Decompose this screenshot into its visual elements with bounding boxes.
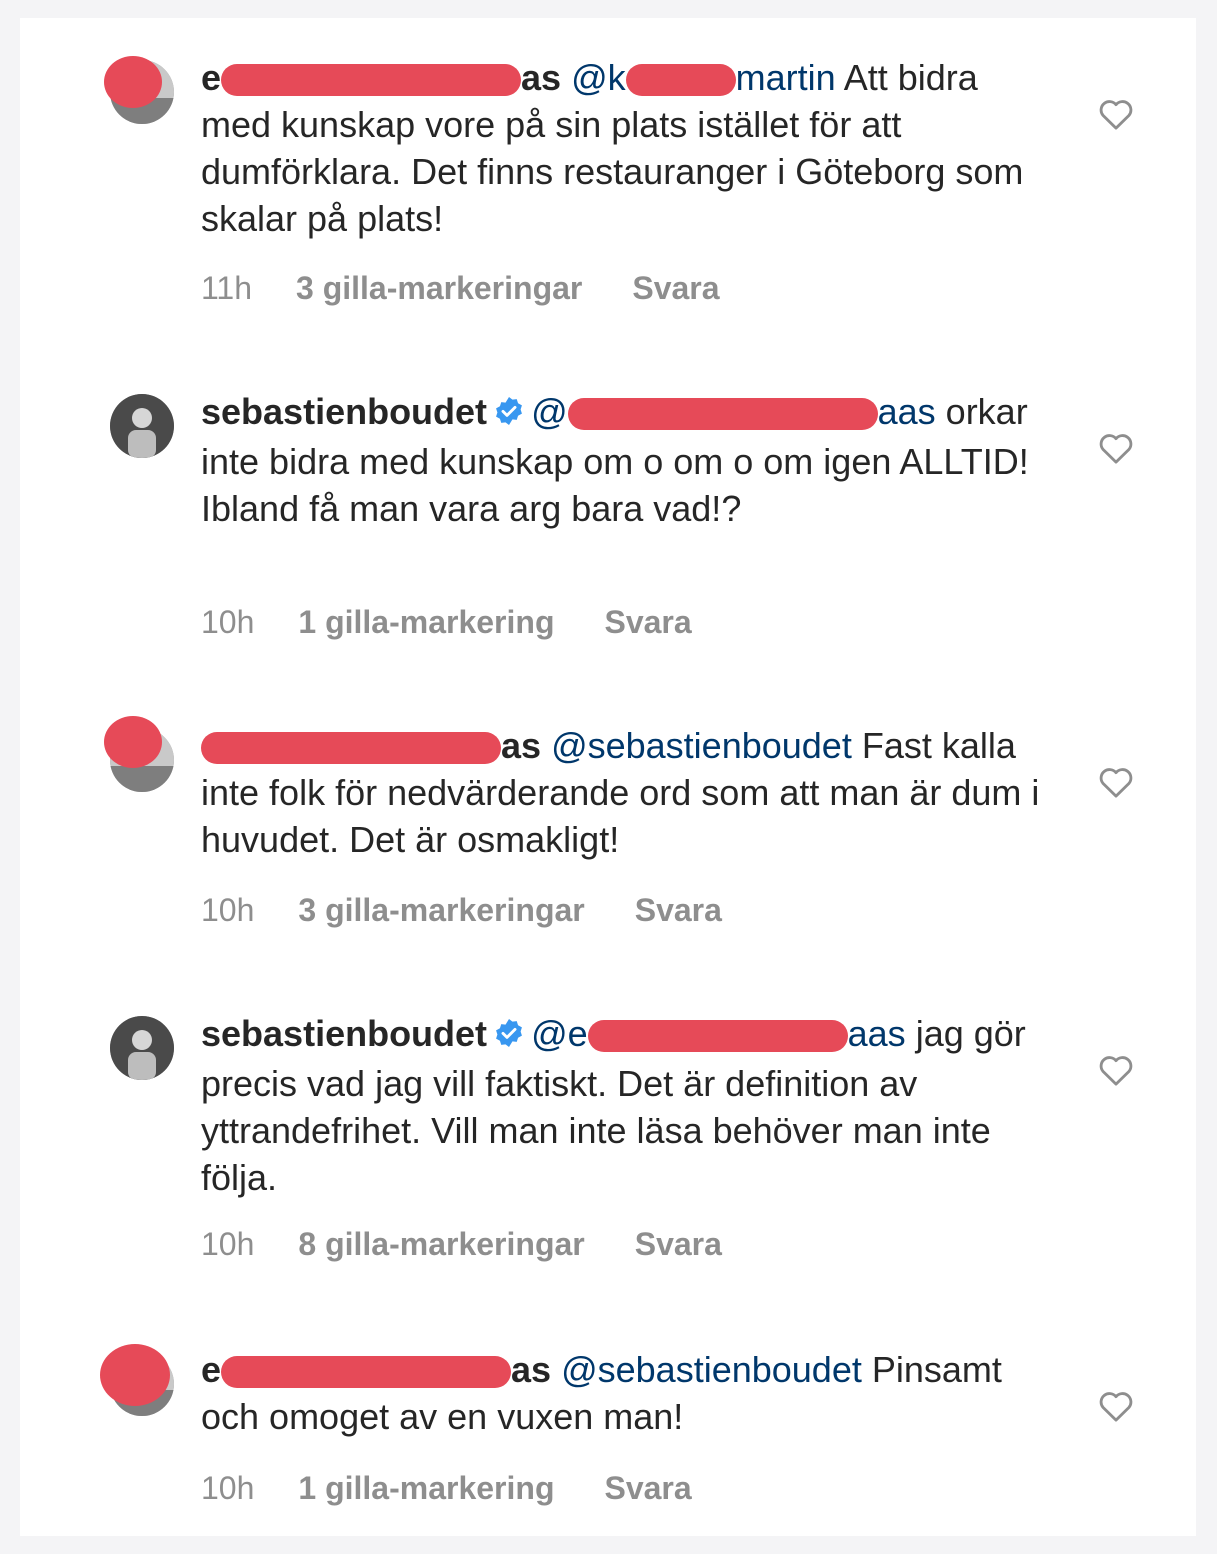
comment-body: sebastienboudet @e aas jag gör precis vad … [201,1010,1051,1201]
verified-badge-icon [493,1013,525,1060]
avatar[interactable] [110,1016,174,1080]
timestamp: 10h [201,1226,255,1262]
comment-body: e as @sebastienboudet Pinsamt och omoget … [201,1346,1051,1440]
redaction-mark [201,732,501,764]
mention-link[interactable]: @k martin [571,57,836,98]
comment-meta: 10h 1 gilla-markering Svara [201,602,692,642]
avatar-photo-icon [110,1016,174,1080]
comment-text-lead: jag [905,1013,964,1054]
username-link[interactable]: as [201,725,541,766]
redaction-mark [104,716,162,768]
avatar-photo-icon [110,394,174,458]
timestamp: 10h [201,892,255,928]
timestamp: 11h [201,270,253,306]
comment-meta: 10h 3 gilla-markeringar Svara [201,890,722,930]
username-link[interactable]: sebastienboudet [201,391,487,432]
reply-button[interactable]: Svara [635,1226,722,1262]
comment-meta: 10h 8 gilla-markeringar Svara [201,1224,722,1264]
comment-meta: 11h 3 gilla-markeringar Svara [201,268,720,308]
verified-badge-icon [493,391,525,438]
mention-link[interactable]: @sebastienboudet [561,1349,862,1390]
username-link[interactable]: e as [201,57,561,98]
comment-text: med kunskap vore på sin plats istället f… [201,104,1024,239]
redaction-mark [104,56,162,108]
username-link[interactable]: e as [201,1349,551,1390]
comment-body: sebastienboudet @ aas orkar inte bidra med… [201,388,1051,532]
comment-text-lead: Fast [851,725,932,766]
comment-body: e as @k martin Att bidra med kunskap vore … [201,54,1051,242]
like-heart-icon[interactable] [1096,428,1136,468]
comment-body: as @sebastienboudet Fast kalla inte folk… [201,722,1051,863]
mention-link[interactable]: @sebastienboudet [551,725,852,766]
reply-button[interactable]: Svara [604,1470,691,1506]
like-heart-icon[interactable] [1096,762,1136,802]
likes-count[interactable]: 1 gilla-markering [298,1470,554,1506]
redaction-mark [625,64,736,96]
redaction-mark [100,1344,170,1406]
likes-count[interactable]: 3 gilla-markeringar [298,892,584,928]
timestamp: 10h [201,604,255,640]
like-heart-icon[interactable] [1096,94,1136,134]
mention-link[interactable]: @ aas [531,391,936,432]
likes-count[interactable]: 3 gilla-markeringar [296,270,582,306]
username-link[interactable]: sebastienboudet [201,1013,487,1054]
redaction-mark [221,1356,512,1388]
reply-button[interactable]: Svara [604,604,691,640]
mention-link[interactable]: @e aas [531,1013,906,1054]
comment-text-lead: Att bidra [835,57,978,98]
reply-button[interactable]: Svara [635,892,722,928]
likes-count[interactable]: 8 gilla-markeringar [298,1226,584,1262]
redaction-mark [567,398,878,430]
comment-meta: 10h 1 gilla-markering Svara [201,1468,692,1508]
like-heart-icon[interactable] [1096,1386,1136,1426]
reply-button[interactable]: Svara [632,270,719,306]
likes-count[interactable]: 1 gilla-markering [298,604,554,640]
timestamp: 10h [201,1470,255,1506]
like-heart-icon[interactable] [1096,1050,1136,1090]
redaction-mark [587,1020,848,1052]
avatar[interactable] [110,394,174,458]
redaction-mark [221,64,522,96]
comments-panel: e as @k martin Att bidra med kunskap vore … [20,18,1196,1536]
